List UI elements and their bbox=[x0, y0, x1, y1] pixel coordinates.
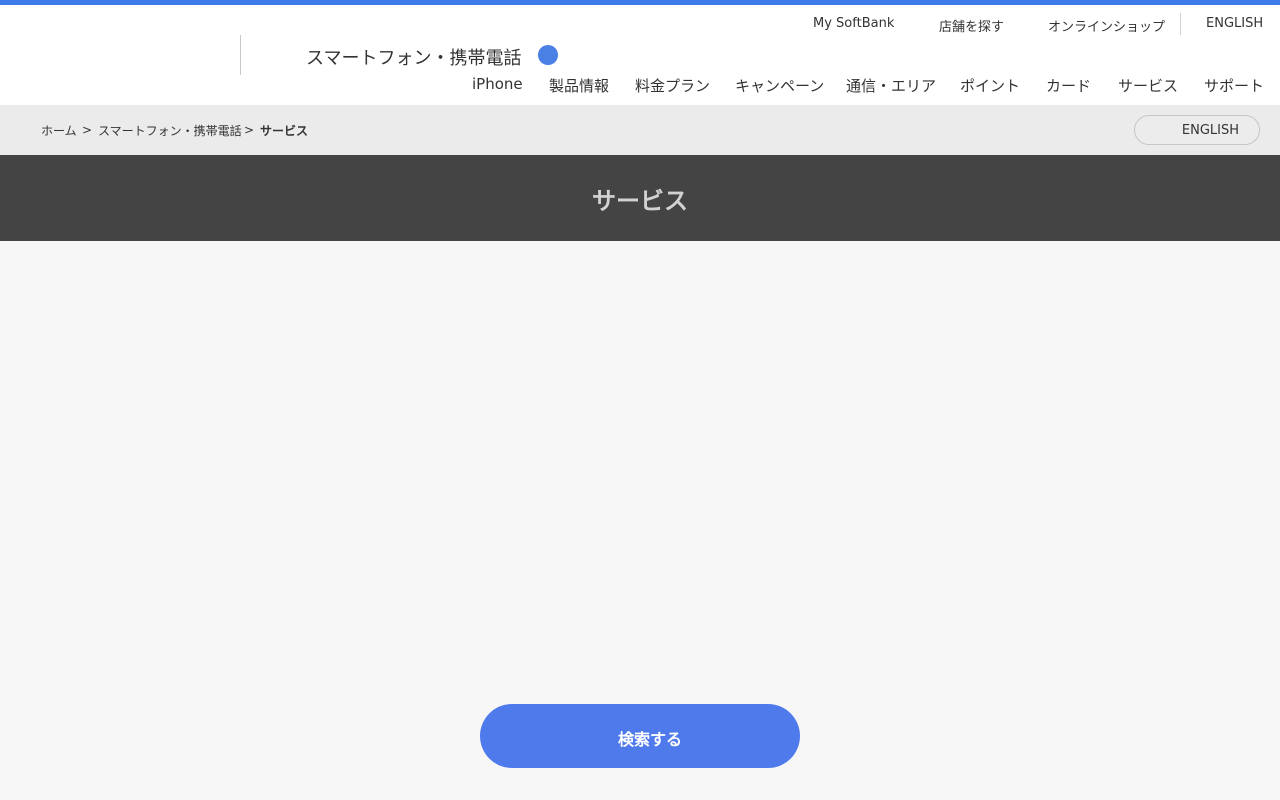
nav-item-campaign[interactable]: キャンペーン bbox=[735, 75, 824, 96]
online-shop-link[interactable]: オンラインショップ bbox=[1048, 16, 1165, 35]
site-title[interactable]: スマートフォン・携帯電話 bbox=[306, 44, 521, 70]
breadcrumb-current: サービス bbox=[260, 124, 309, 138]
search-button[interactable]: 検索する bbox=[480, 704, 800, 768]
breadcrumb: ホーム > スマートフォン・携帯電話 > サービス ENGLISH bbox=[0, 105, 1280, 155]
nav-item-iphone[interactable]: iPhone bbox=[472, 75, 523, 93]
logo-divider bbox=[240, 35, 241, 75]
nav-item-plans[interactable]: 料金プラン bbox=[635, 75, 710, 96]
search-button-label: 検索する bbox=[617, 730, 682, 749]
nav-item-points[interactable]: ポイント bbox=[960, 75, 1020, 96]
english-link[interactable]: ENGLISH bbox=[1206, 16, 1263, 31]
utility-divider bbox=[1180, 13, 1181, 35]
breadcrumb-separator: > bbox=[82, 123, 93, 137]
page-title: サービス bbox=[592, 187, 688, 215]
my-softbank-link[interactable]: My SoftBank bbox=[813, 16, 894, 31]
nav-item-support[interactable]: サポート bbox=[1204, 75, 1264, 96]
nav-item-network-area[interactable]: 通信・エリア bbox=[846, 75, 936, 96]
nav-item-service[interactable]: サービス bbox=[1118, 75, 1178, 96]
store-search-link[interactable]: 店舗を探す bbox=[939, 16, 1004, 35]
breadcrumb-separator: > bbox=[244, 123, 255, 137]
logo-area[interactable] bbox=[0, 5, 240, 105]
site-header: スマートフォン・携帯電話 My SoftBank 店舗を探す オンラインショップ… bbox=[0, 5, 1280, 105]
status-dot-icon bbox=[538, 45, 558, 65]
breadcrumb-home[interactable]: ホーム bbox=[41, 122, 77, 139]
breadcrumb-smartphone[interactable]: スマートフォン・携帯電話 bbox=[98, 122, 242, 139]
english-language-button[interactable]: ENGLISH bbox=[1134, 115, 1260, 145]
nav-item-products[interactable]: 製品情報 bbox=[549, 75, 609, 96]
page-hero: サービス bbox=[0, 155, 1280, 241]
english-language-label: ENGLISH bbox=[1181, 123, 1239, 138]
nav-item-card[interactable]: カード bbox=[1046, 75, 1091, 96]
